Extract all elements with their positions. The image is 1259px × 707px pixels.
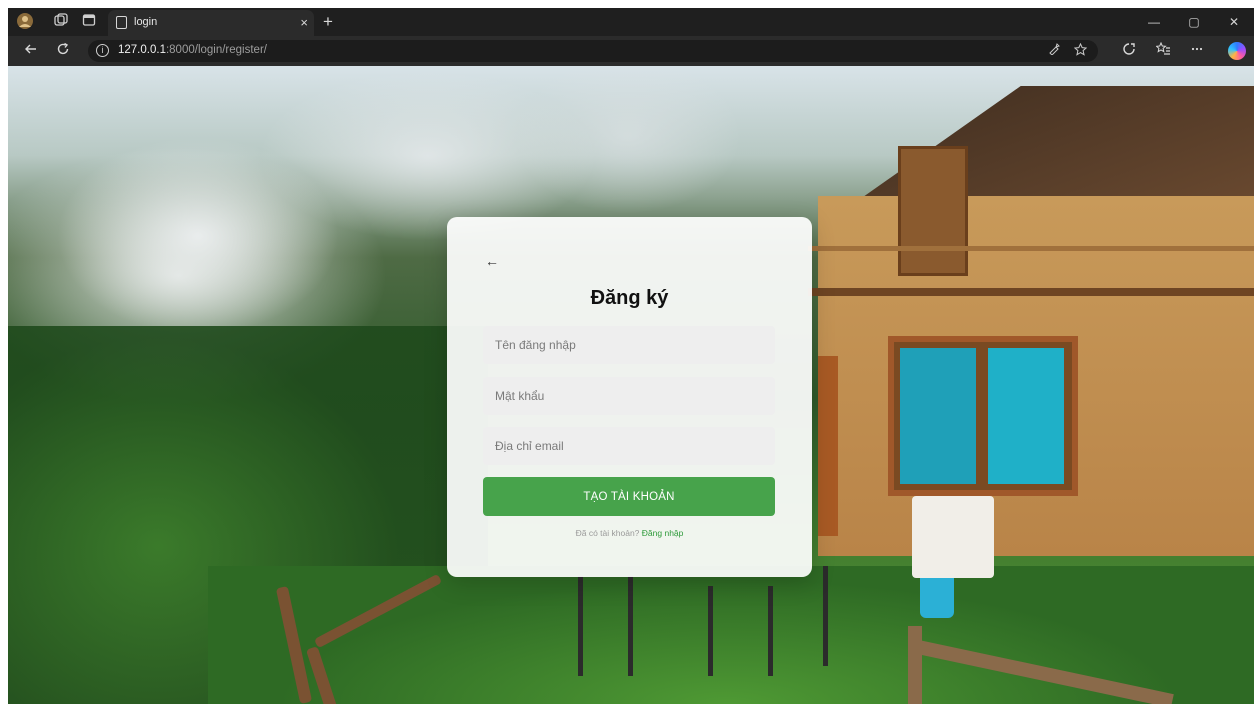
- background-bucket: [920, 578, 954, 618]
- railing-post: [908, 626, 922, 704]
- tab-login[interactable]: login ×: [108, 10, 314, 36]
- login-prompt: Đã có tài khoản? Đăng nhập: [447, 528, 812, 538]
- page-icon: [116, 16, 127, 29]
- extensions-icon[interactable]: [1120, 42, 1138, 60]
- fence-post: [305, 646, 343, 704]
- url-path: :8000/login/register/: [165, 44, 267, 56]
- new-tab-button[interactable]: +: [320, 12, 336, 32]
- page-title: Đăng ký: [590, 287, 669, 309]
- chair-leg: [823, 566, 828, 666]
- login-link[interactable]: Đăng nhập: [642, 528, 684, 538]
- email-input[interactable]: [483, 427, 775, 465]
- browser-toolbar: i 127.0.0.1:8000/login/register/: [8, 36, 1254, 66]
- address-bar[interactable]: i 127.0.0.1:8000/login/register/: [88, 40, 1098, 62]
- background-railing: [908, 626, 1254, 704]
- house-window: [888, 336, 1078, 496]
- create-account-button[interactable]: TẠO TÀI KHOẢN: [483, 477, 775, 516]
- close-window-button[interactable]: ✕: [1224, 12, 1244, 32]
- register-card: ← Đăng ký TẠO TÀI KHOẢN Đã có tài khoản?…: [447, 217, 812, 577]
- copilot-icon[interactable]: [1228, 42, 1246, 60]
- tab-title: login: [134, 16, 158, 28]
- reload-icon[interactable]: [54, 42, 72, 60]
- minimize-button[interactable]: —: [1144, 12, 1164, 32]
- chair-leg: [768, 586, 773, 676]
- more-icon[interactable]: [1188, 42, 1206, 60]
- chair-leg: [708, 586, 713, 676]
- maximize-button[interactable]: ▢: [1184, 12, 1204, 32]
- back-arrow-icon[interactable]: [22, 42, 40, 60]
- read-aloud-icon[interactable]: [1046, 43, 1062, 59]
- window-controls: — ▢ ✕: [1134, 8, 1254, 36]
- background-fence: [275, 573, 443, 704]
- background-fridge: [912, 496, 994, 578]
- window-curtain-right: [988, 348, 1064, 484]
- star-icon[interactable]: [1072, 42, 1088, 59]
- url-text: 127.0.0.1:8000/login/register/: [118, 44, 267, 56]
- chair-leg: [628, 576, 633, 676]
- chair-leg: [578, 576, 583, 676]
- info-icon[interactable]: i: [96, 44, 109, 57]
- profile-avatar-icon[interactable]: [16, 12, 34, 30]
- page-viewport: ← Đăng ký TẠO TÀI KHOẢN Đã có tài khoản?…: [8, 66, 1254, 704]
- tab-strip: login × + — ▢ ✕: [8, 8, 1254, 36]
- fence-post: [275, 586, 313, 704]
- username-input[interactable]: [483, 326, 775, 364]
- house-lower-door: [818, 356, 838, 536]
- favorites-icon[interactable]: [1154, 41, 1172, 60]
- login-prompt-text: Đã có tài khoản?: [575, 528, 640, 538]
- url-host: 127.0.0.1: [118, 44, 166, 56]
- background-house: [768, 86, 1254, 556]
- house-balcony: [808, 246, 1254, 296]
- screenshot-margin: [0, 0, 1259, 8]
- password-input[interactable]: [483, 377, 775, 415]
- tab-actions-icon[interactable]: [80, 13, 98, 31]
- browser-window: login × + — ▢ ✕ i 127.0.0.1:8000/login/r…: [8, 8, 1254, 704]
- window-curtain-left: [900, 348, 976, 484]
- railing-board: [916, 640, 1174, 704]
- workspaces-icon[interactable]: [52, 13, 70, 31]
- back-arrow-icon[interactable]: ←: [485, 253, 499, 269]
- tab-close-icon[interactable]: ×: [300, 15, 308, 30]
